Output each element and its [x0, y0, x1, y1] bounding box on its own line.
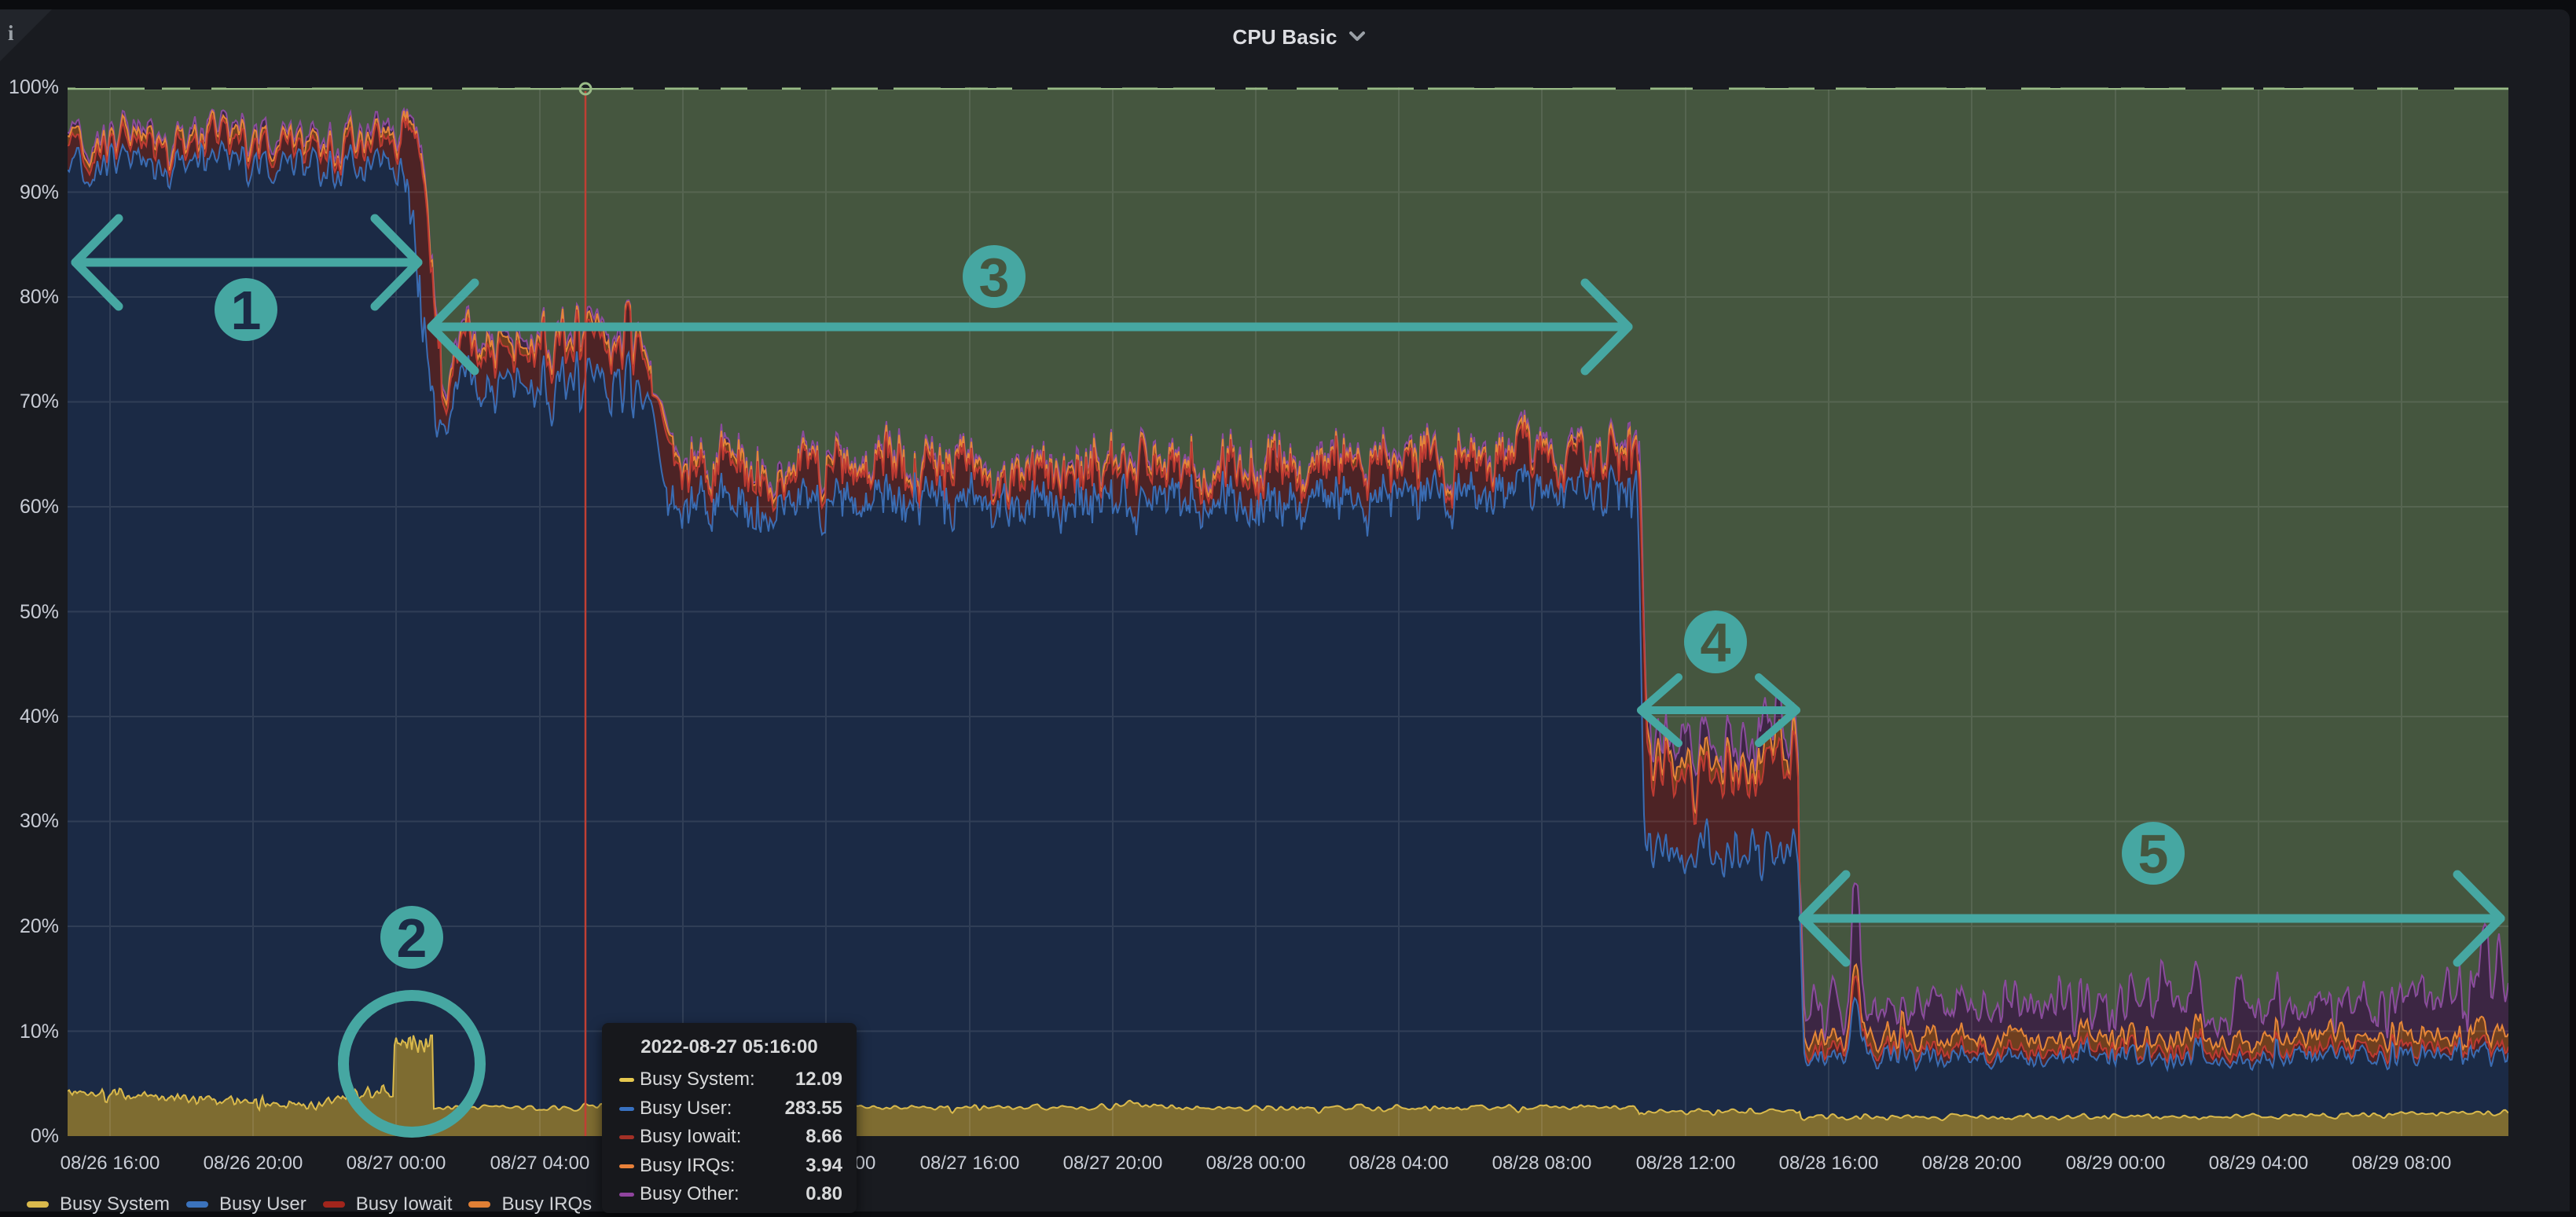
svg-text:5: 5 [2138, 823, 2169, 885]
svg-text:4: 4 [1701, 612, 1731, 673]
svg-text:1: 1 [231, 280, 262, 341]
svg-text:3: 3 [979, 247, 1010, 308]
svg-text:2: 2 [397, 907, 427, 969]
